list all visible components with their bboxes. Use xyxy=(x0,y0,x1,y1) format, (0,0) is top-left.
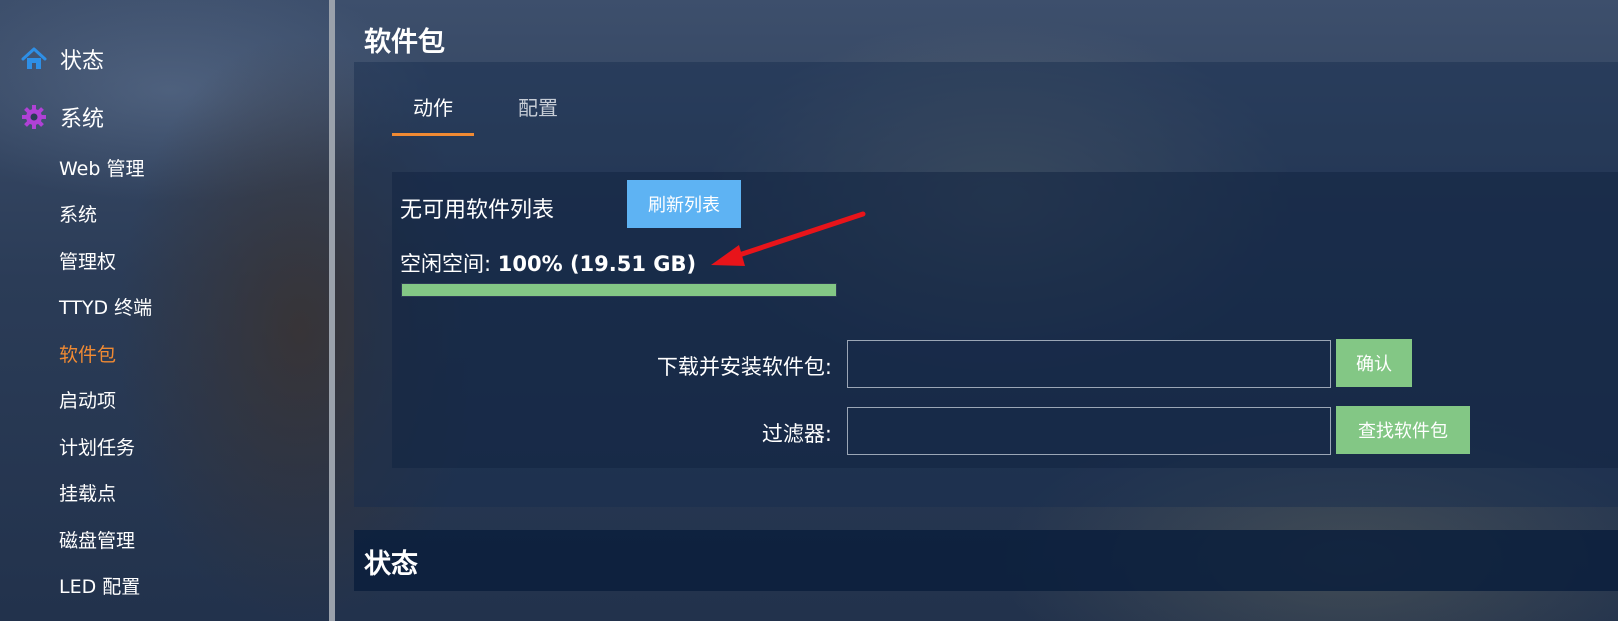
tab-actions[interactable]: 动作 xyxy=(392,92,474,136)
gear-icon xyxy=(20,103,48,131)
sidebar-item-system[interactable]: 系统 xyxy=(20,97,104,137)
page-title: 软件包 xyxy=(364,27,445,58)
sidebar: 状态 系统 Web 管理 系统 管理权 TTYD 终端 软件包 启动项 计划任务… xyxy=(0,0,330,621)
home-icon xyxy=(20,45,48,73)
sidebar-item-system-sub[interactable]: 系统 xyxy=(59,203,97,227)
free-space-progress-bar xyxy=(401,283,837,297)
filter-input[interactable] xyxy=(847,407,1331,455)
status-section-header xyxy=(354,530,1618,591)
free-space-label: 空闲空间: xyxy=(400,252,492,276)
sidebar-divider[interactable] xyxy=(329,0,335,621)
sidebar-item-scheduled-tasks[interactable]: 计划任务 xyxy=(59,436,135,460)
tab-config[interactable]: 配置 xyxy=(500,92,576,136)
filter-label: 过滤器: xyxy=(761,422,832,446)
download-install-input[interactable] xyxy=(847,340,1331,388)
sidebar-item-startup[interactable]: 启动项 xyxy=(59,389,116,413)
tab-label: 动作 xyxy=(413,96,453,120)
download-install-label: 下载并安装软件包: xyxy=(656,355,832,379)
sidebar-item-admin[interactable]: 管理权 xyxy=(59,250,116,274)
confirm-button[interactable]: 确认 xyxy=(1336,339,1412,387)
sidebar-item-web-admin[interactable]: Web 管理 xyxy=(59,157,144,181)
free-space-text: 空闲空间: 100% (19.51 GB) xyxy=(400,248,696,278)
sidebar-item-software[interactable]: 软件包 xyxy=(59,343,116,367)
free-space-value: 100% (19.51 GB) xyxy=(497,252,697,276)
sidebar-item-mount-points[interactable]: 挂载点 xyxy=(59,482,116,506)
sidebar-item-disk-management[interactable]: 磁盘管理 xyxy=(59,529,135,553)
tab-label: 配置 xyxy=(518,96,558,120)
sidebar-item-ttyd[interactable]: TTYD 终端 xyxy=(59,296,152,320)
sidebar-item-label: 系统 xyxy=(60,107,105,132)
status-section-title: 状态 xyxy=(364,549,418,580)
no-packages-text: 无可用软件列表 xyxy=(400,198,555,223)
sidebar-item-status[interactable]: 状态 xyxy=(20,39,104,79)
free-space-progress-fill xyxy=(402,284,836,296)
sidebar-item-led-config[interactable]: LED 配置 xyxy=(59,575,140,599)
annotation-arrow-icon xyxy=(711,211,866,266)
sidebar-item-label: 状态 xyxy=(60,49,105,74)
find-package-button[interactable]: 查找软件包 xyxy=(1336,406,1470,454)
